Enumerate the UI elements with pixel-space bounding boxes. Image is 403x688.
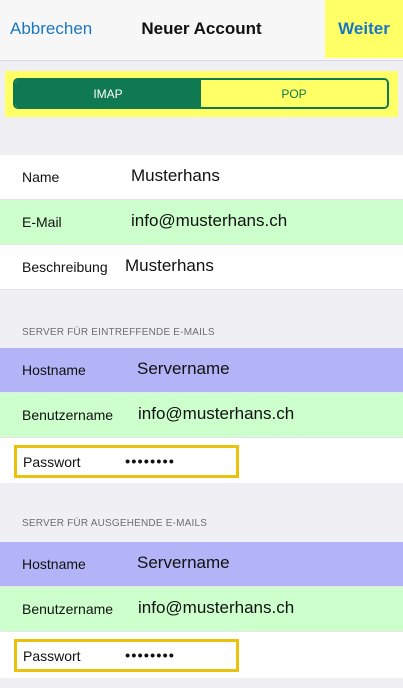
- protocol-selector-highlight: IMAP POP: [5, 71, 398, 117]
- incoming-username-label: Benutzername: [22, 407, 114, 423]
- incoming-username-row[interactable]: Benutzername info@musterhans.ch: [0, 393, 403, 438]
- outgoing-hostname-field[interactable]: Servername: [137, 553, 230, 573]
- navigation-bar: Abbrechen Neuer Account Weiter: [0, 0, 403, 61]
- outgoing-password-row[interactable]: Passwort ••••••••: [0, 632, 403, 678]
- name-label: Name: [22, 169, 60, 185]
- outgoing-username-row[interactable]: Benutzername info@musterhans.ch: [0, 587, 403, 632]
- incoming-hostname-field[interactable]: Servername: [137, 359, 230, 379]
- description-field[interactable]: Musterhans: [125, 256, 214, 276]
- description-row[interactable]: Beschreibung Musterhans: [0, 245, 403, 290]
- outgoing-server-header: SERVER FÜR AUSGEHENDE E-MAILS: [22, 518, 208, 529]
- incoming-hostname-label: Hostname: [22, 362, 86, 378]
- outgoing-password-field[interactable]: ••••••••: [125, 647, 175, 664]
- outgoing-password-highlight: Passwort ••••••••: [14, 639, 239, 672]
- description-label: Beschreibung: [22, 259, 108, 275]
- outgoing-password-label: Passwort: [23, 647, 81, 664]
- outgoing-hostname-label: Hostname: [22, 556, 86, 572]
- segment-imap[interactable]: IMAP: [15, 80, 201, 107]
- segment-pop[interactable]: POP: [201, 80, 387, 107]
- outgoing-username-label: Benutzername: [22, 601, 114, 617]
- incoming-username-field[interactable]: info@musterhans.ch: [138, 404, 294, 424]
- name-field[interactable]: Musterhans: [131, 166, 220, 186]
- next-button[interactable]: Weiter: [325, 0, 403, 58]
- incoming-hostname-row[interactable]: Hostname Servername: [0, 348, 403, 393]
- name-row[interactable]: Name Musterhans: [0, 155, 403, 200]
- outgoing-hostname-row[interactable]: Hostname Servername: [0, 542, 403, 587]
- email-row[interactable]: E-Mail info@musterhans.ch: [0, 200, 403, 245]
- incoming-password-field[interactable]: ••••••••: [125, 453, 175, 470]
- cancel-button[interactable]: Abbrechen: [10, 19, 92, 39]
- email-field[interactable]: info@musterhans.ch: [131, 211, 287, 231]
- incoming-password-label: Passwort: [23, 453, 81, 470]
- outgoing-username-field[interactable]: info@musterhans.ch: [138, 598, 294, 618]
- incoming-password-highlight: Passwort ••••••••: [14, 445, 239, 478]
- incoming-password-row[interactable]: Passwort ••••••••: [0, 438, 403, 483]
- incoming-server-header: SERVER FÜR EINTREFFENDE E-MAILS: [22, 327, 215, 338]
- protocol-segmented-control: IMAP POP: [13, 78, 389, 109]
- email-label: E-Mail: [22, 214, 62, 230]
